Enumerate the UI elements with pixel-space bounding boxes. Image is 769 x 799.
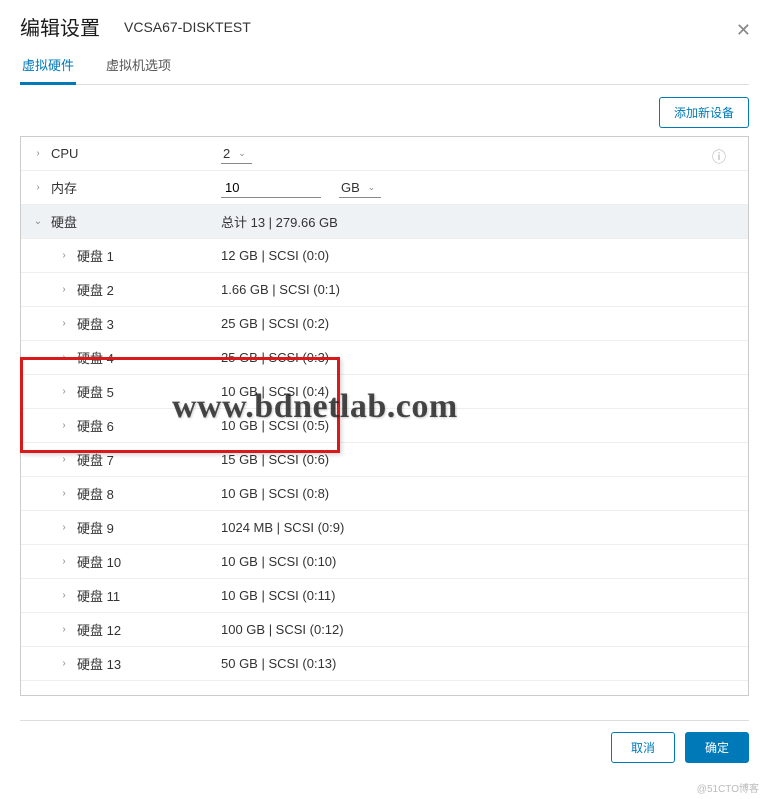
row-disk[interactable]: › 硬盘 810 GB | SCSI (0:8) (21, 477, 748, 511)
dialog-title: 编辑设置 (20, 12, 100, 41)
info-icon[interactable]: ⓘ (712, 147, 726, 167)
ok-button[interactable]: 确定 (685, 732, 749, 763)
chevron-right-icon: › (57, 658, 71, 669)
row-disk[interactable]: › 硬盘 1010 GB | SCSI (0:10) (21, 545, 748, 579)
disk-label: 硬盘 11 (77, 586, 221, 605)
chevron-right-icon: › (57, 590, 71, 601)
disk-value: 10 GB | SCSI (0:11) (221, 588, 738, 603)
disk-value: 1.66 GB | SCSI (0:1) (221, 282, 738, 297)
corner-credit: @51CTO博客 (697, 780, 759, 795)
add-new-device-button[interactable]: 添加新设备 (659, 97, 749, 128)
chevron-down-icon: ⌄ (31, 216, 45, 227)
chevron-down-icon: ⌄ (368, 182, 376, 193)
disk-value: 50 GB | SCSI (0:13) (221, 656, 738, 671)
chevron-right-icon: › (57, 556, 71, 567)
chevron-right-icon: › (31, 182, 45, 193)
memory-unit-dropdown[interactable]: GB ⌄ (339, 178, 381, 198)
hardware-panel: ⓘ › CPU 2 ⌄ › 内存 GB ⌄ (20, 136, 749, 696)
row-disk[interactable]: › 硬盘 425 GB | SCSI (0:3) (21, 341, 748, 375)
row-disk[interactable]: › 硬盘 91024 MB | SCSI (0:9) (21, 511, 748, 545)
chevron-right-icon: › (57, 284, 71, 295)
tab-vm-options[interactable]: 虚拟机选项 (104, 47, 173, 84)
row-disk[interactable]: › 硬盘 1350 GB | SCSI (0:13) (21, 647, 748, 681)
chevron-right-icon: › (57, 522, 71, 533)
disk-value: 10 GB | SCSI (0:8) (221, 486, 738, 501)
tab-virtual-hardware[interactable]: 虚拟硬件 (20, 47, 76, 84)
chevron-right-icon: › (57, 352, 71, 363)
disk-value: 15 GB | SCSI (0:6) (221, 452, 738, 467)
cpu-count-value: 2 (223, 146, 230, 161)
disk-label: 硬盘 8 (77, 484, 221, 503)
disk-value: 12 GB | SCSI (0:0) (221, 248, 738, 263)
chevron-right-icon: › (31, 148, 45, 159)
row-disk[interactable]: › 硬盘 610 GB | SCSI (0:5) (21, 409, 748, 443)
disk-value: 1024 MB | SCSI (0:9) (221, 520, 738, 535)
memory-value-input[interactable] (221, 178, 321, 198)
disk-label: 硬盘 12 (77, 620, 221, 639)
chevron-right-icon: › (57, 318, 71, 329)
disk-value: 25 GB | SCSI (0:2) (221, 316, 738, 331)
disk-label: 硬盘 1 (77, 246, 221, 265)
row-cpu[interactable]: › CPU 2 ⌄ (21, 137, 748, 171)
row-disk[interactable]: › 硬盘 1110 GB | SCSI (0:11) (21, 579, 748, 613)
footer-divider (20, 720, 749, 721)
chevron-right-icon: › (57, 454, 71, 465)
tabs: 虚拟硬件 虚拟机选项 (20, 47, 749, 85)
cpu-label: CPU (51, 146, 221, 161)
cpu-count-dropdown[interactable]: 2 ⌄ (221, 144, 252, 164)
disk-value: 10 GB | SCSI (0:4) (221, 384, 738, 399)
disk-label: 硬盘 5 (77, 382, 221, 401)
chevron-right-icon: › (57, 250, 71, 261)
disk-value: 100 GB | SCSI (0:12) (221, 622, 738, 637)
row-disk[interactable]: › 硬盘 715 GB | SCSI (0:6) (21, 443, 748, 477)
disk-value: 10 GB | SCSI (0:5) (221, 418, 738, 433)
disk-label: 硬盘 13 (77, 654, 221, 673)
row-disk[interactable]: › 硬盘 510 GB | SCSI (0:4) (21, 375, 748, 409)
disk-label: 硬盘 4 (77, 348, 221, 367)
disk-label: 硬盘 6 (77, 416, 221, 435)
disk-label: 硬盘 2 (77, 280, 221, 299)
hardware-scroll[interactable]: › CPU 2 ⌄ › 内存 GB ⌄ (21, 137, 748, 695)
chevron-right-icon: › (57, 386, 71, 397)
memory-unit-value: GB (341, 180, 360, 195)
row-memory[interactable]: › 内存 GB ⌄ (21, 171, 748, 205)
disk-value: 25 GB | SCSI (0:3) (221, 350, 738, 365)
disks-summary: 总计 13 | 279.66 GB (221, 212, 738, 231)
chevron-right-icon: › (57, 420, 71, 431)
dialog-header: 编辑设置 VCSA67-DISKTEST (20, 12, 749, 41)
disk-label: 硬盘 3 (77, 314, 221, 333)
chevron-down-icon: ⌄ (238, 148, 246, 159)
dialog-subtitle: VCSA67-DISKTEST (124, 19, 251, 35)
row-disk[interactable]: › 硬盘 112 GB | SCSI (0:0) (21, 239, 748, 273)
close-icon[interactable]: ✕ (736, 20, 751, 41)
disk-label: 硬盘 7 (77, 450, 221, 469)
row-disk[interactable]: › 硬盘 12100 GB | SCSI (0:12) (21, 613, 748, 647)
dialog-footer: 取消 确定 (611, 732, 749, 763)
memory-label: 内存 (51, 178, 221, 197)
row-disks-summary[interactable]: ⌄ 硬盘 总计 13 | 279.66 GB (21, 205, 748, 239)
cancel-button[interactable]: 取消 (611, 732, 675, 763)
chevron-right-icon: › (57, 488, 71, 499)
disk-label: 硬盘 10 (77, 552, 221, 571)
row-disk[interactable]: › 硬盘 21.66 GB | SCSI (0:1) (21, 273, 748, 307)
disk-label: 硬盘 9 (77, 518, 221, 537)
disk-value: 10 GB | SCSI (0:10) (221, 554, 738, 569)
disks-label: 硬盘 (51, 212, 221, 231)
chevron-right-icon: › (57, 624, 71, 635)
row-disk[interactable]: › 硬盘 325 GB | SCSI (0:2) (21, 307, 748, 341)
